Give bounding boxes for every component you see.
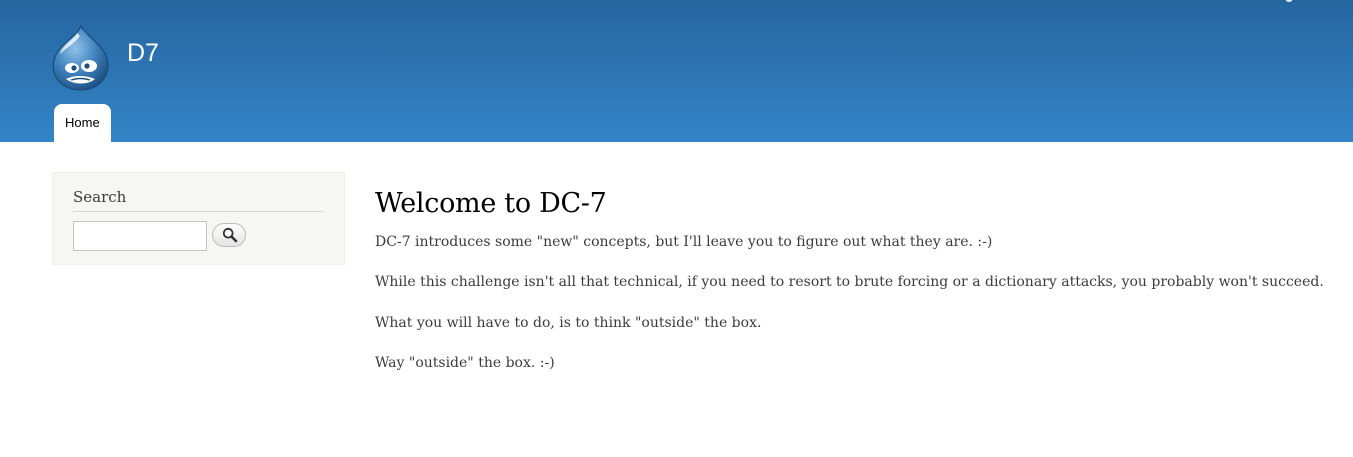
site-header: D7 Home <box>0 0 1353 142</box>
main-menu: Home <box>54 104 111 142</box>
intro-paragraph: DC-7 introduces some "new" concepts, but… <box>375 234 993 250</box>
main-menu-tab-home[interactable]: Home <box>54 104 111 142</box>
search-block: Search <box>52 172 345 265</box>
site-name-link[interactable]: D7 <box>127 38 159 68</box>
search-button[interactable] <box>212 223 246 247</box>
search-icon <box>222 227 238 243</box>
challenge-paragraph: While this challenge isn't all that tech… <box>375 274 1324 290</box>
hint-paragraph: What you will have to do, is to think "o… <box>375 315 762 331</box>
page-title: Welcome to DC-7 <box>375 188 607 219</box>
closing-paragraph: Way "outside" the box. :-) <box>375 355 555 371</box>
header-corner-mark <box>1285 0 1293 2</box>
drupal-logo-icon[interactable] <box>50 24 112 92</box>
main-content: Welcome to DC-7 DC-7 introduces some "ne… <box>375 186 1325 371</box>
search-block-title: Search <box>73 187 323 212</box>
search-input[interactable] <box>73 221 207 251</box>
